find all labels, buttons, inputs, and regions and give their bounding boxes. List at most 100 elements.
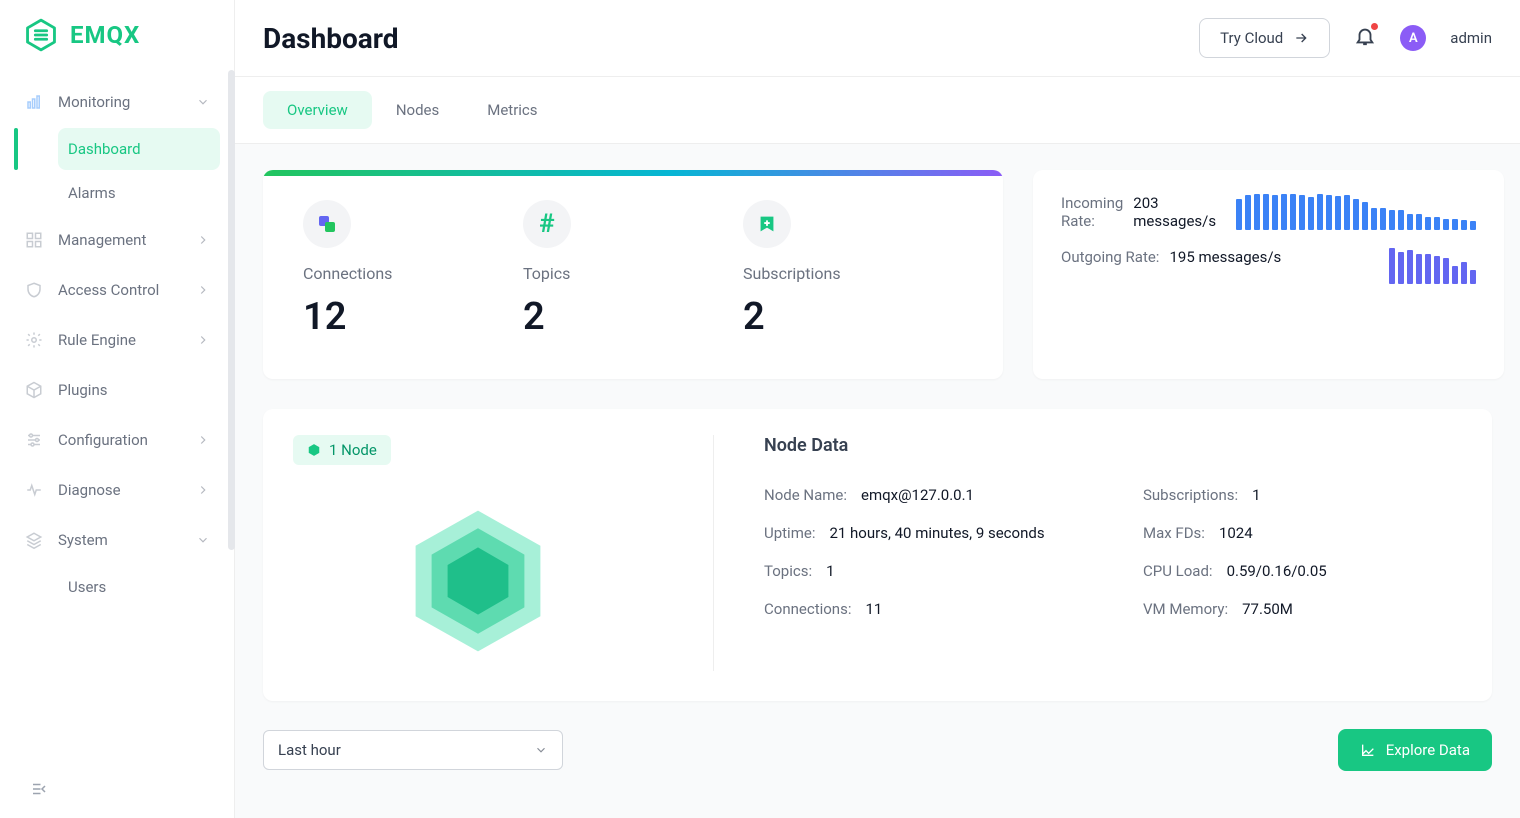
node-data-row: CPU Load:0.59/0.16/0.05 — [1143, 562, 1462, 580]
explore-data-button[interactable]: Explore Data — [1338, 729, 1492, 771]
node-data-row: Uptime: 21 hours, 40 minutes, 9 seconds — [764, 524, 1083, 542]
explore-data-label: Explore Data — [1386, 741, 1470, 759]
sidebar-group-management[interactable]: Management — [14, 216, 220, 264]
user-name[interactable]: admin — [1450, 29, 1492, 47]
node-data-value: emqx@127.0.0.1 — [861, 486, 974, 504]
sidebar-group-configuration[interactable]: Configuration — [14, 416, 220, 464]
sidebar-nav: Monitoring DashboardAlarms Management Acces… — [0, 70, 234, 764]
node-data-value: 1024 — [1219, 524, 1253, 542]
sidebar-group-label: Configuration — [58, 431, 182, 449]
incoming-rate-value: 203 messages/s — [1133, 194, 1216, 230]
try-cloud-label: Try Cloud — [1220, 29, 1283, 47]
chevron-icon — [196, 433, 210, 447]
node-hexagon-graphic — [398, 491, 558, 671]
topics-icon: # — [523, 200, 571, 248]
shield-icon — [24, 280, 44, 300]
cube-icon — [24, 380, 44, 400]
content-area: Connections 12 # Topics 2 — [235, 144, 1520, 818]
collapse-sidebar-button[interactable] — [0, 764, 234, 818]
node-data-card: 1 Node Node Data Node Name: emqx@127.0.0.… — [263, 409, 1492, 701]
node-data-label: Node Name: — [764, 486, 847, 504]
node-count-badge: 1 Node — [293, 435, 391, 465]
sidebar-item-users[interactable]: Users — [58, 566, 220, 608]
node-data-label: VM Memory: — [1143, 600, 1228, 618]
user-avatar[interactable]: A — [1400, 25, 1426, 51]
outgoing-sparkline — [1389, 248, 1476, 284]
node-data-row: Max FDs: 1024 — [1143, 524, 1462, 542]
chart-icon — [24, 92, 44, 112]
topbar: Dashboard Try Cloud A admin — [235, 0, 1520, 77]
node-data-row: VM Memory:77.50M — [1143, 600, 1462, 618]
sidebar-group-plugins[interactable]: Plugins — [14, 366, 220, 414]
stat-topics: # Topics 2 — [523, 200, 743, 339]
sliders-icon — [24, 430, 44, 450]
stat-connections: Connections 12 — [303, 200, 523, 339]
stat-label: Topics — [523, 264, 743, 283]
outgoing-rate-value: 195 messages/s — [1169, 248, 1281, 266]
sidebar-group-label: Rule Engine — [58, 331, 182, 349]
tab-overview[interactable]: Overview — [263, 91, 372, 129]
node-data-row: Topics:1 — [764, 562, 1083, 580]
rate-card: Incoming Rate: 203 messages/s Outgoing R… — [1033, 170, 1504, 379]
subscriptions-icon — [743, 200, 791, 248]
chevron-icon — [196, 533, 210, 547]
node-data-title: Node Data — [764, 435, 1462, 456]
sidebar-group-access-control[interactable]: Access Control — [14, 266, 220, 314]
stat-value: 2 — [523, 295, 743, 339]
node-data-label: Max FDs: — [1143, 524, 1205, 542]
sidebar-group-system[interactable]: System — [14, 516, 220, 564]
chevron-icon — [196, 95, 210, 109]
time-range-value: Last hour — [278, 741, 341, 759]
chevron-icon — [196, 483, 210, 497]
main: Dashboard Try Cloud A admin OverviewNode… — [235, 0, 1520, 818]
sidebar-group-monitoring[interactable]: Monitoring — [14, 78, 220, 126]
stat-label: Connections — [303, 264, 523, 283]
arrow-right-icon — [1293, 30, 1309, 46]
chevron-down-icon — [534, 743, 548, 757]
node-data-row: Connections: 11 — [764, 600, 1083, 618]
layers-icon — [24, 530, 44, 550]
try-cloud-button[interactable]: Try Cloud — [1199, 18, 1330, 58]
sidebar-group-label: System — [58, 531, 182, 549]
sidebar-group-rule-engine[interactable]: Rule Engine — [14, 316, 220, 364]
brand-logo[interactable]: EMQX — [0, 0, 234, 70]
chevron-icon — [196, 233, 210, 247]
stat-value: 12 — [303, 295, 523, 339]
node-data-row: Node Name: emqx@127.0.0.1 — [764, 486, 1083, 504]
notifications-button[interactable] — [1354, 25, 1376, 51]
tab-nodes[interactable]: Nodes — [372, 91, 463, 129]
node-data-value: 21 hours, 40 minutes, 9 seconds — [829, 524, 1044, 542]
chevron-icon — [196, 283, 210, 297]
stat-label: Subscriptions — [743, 264, 963, 283]
tabs: OverviewNodesMetrics — [235, 77, 1520, 144]
sidebar-group-diagnose[interactable]: Diagnose — [14, 466, 220, 514]
node-data-label: Topics: — [764, 562, 812, 580]
sidebar-group-label: Monitoring — [58, 93, 182, 111]
stat-value: 2 — [743, 295, 963, 339]
tab-metrics[interactable]: Metrics — [463, 91, 561, 129]
brand-name: EMQX — [70, 21, 140, 49]
node-data-label: Uptime: — [764, 524, 815, 542]
stats-card: Connections 12 # Topics 2 — [263, 170, 1003, 379]
pulse-icon — [24, 480, 44, 500]
chart-line-icon — [1360, 742, 1376, 758]
incoming-sparkline — [1236, 194, 1476, 230]
sidebar-item-alarms[interactable]: Alarms — [58, 172, 220, 214]
node-data-row: Subscriptions: 1 — [1143, 486, 1462, 504]
sidebar-group-label: Diagnose — [58, 481, 182, 499]
management-icon — [24, 230, 44, 250]
time-range-select[interactable]: Last hour — [263, 730, 563, 770]
stat-subscriptions: Subscriptions 2 — [743, 200, 963, 339]
sidebar-group-label: Management — [58, 231, 182, 249]
gears-icon — [24, 330, 44, 350]
page-title: Dashboard — [263, 22, 399, 55]
node-visual: 1 Node — [293, 435, 663, 671]
topbar-actions: Try Cloud A admin — [1199, 18, 1492, 58]
incoming-rate-label: Incoming Rate: — [1061, 194, 1123, 230]
node-data-value: 1 — [1252, 486, 1260, 504]
node-data-value: 11 — [865, 600, 882, 618]
sidebar-item-dashboard[interactable]: Dashboard — [58, 128, 220, 170]
node-data-label: Connections: — [764, 600, 851, 618]
node-data-label: Subscriptions: — [1143, 486, 1238, 504]
emqx-logo-icon — [24, 18, 58, 52]
